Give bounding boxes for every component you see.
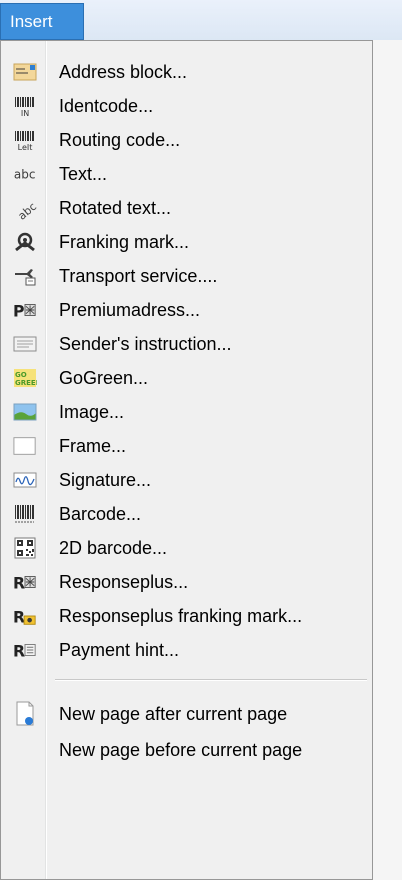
responseplus-icon: R xyxy=(13,570,37,594)
svg-text:GREEN: GREEN xyxy=(15,379,37,387)
routing-code-icon: LeIt xyxy=(13,128,37,152)
menu-item-label: Text... xyxy=(59,164,108,184)
menu-item-label: Signature... xyxy=(59,470,152,490)
menu-item-frame[interactable]: Frame... xyxy=(1,429,372,463)
menu-item-label: Image... xyxy=(59,402,125,422)
menu-item-label: Sender's instruction... xyxy=(59,334,232,354)
menu-item-image[interactable]: Image... xyxy=(1,395,372,429)
menu-item-label: Rotated text... xyxy=(59,198,172,218)
menu-item-label: Premiumadress... xyxy=(59,300,201,320)
menu-item-label: Responseplus... xyxy=(59,572,189,592)
insert-menu-title[interactable]: Insert xyxy=(0,3,84,40)
menu-item-senders-instruction[interactable]: Sender's instruction... xyxy=(1,327,372,361)
menu-item-new-page-after[interactable]: New page after current page xyxy=(1,697,372,731)
menu-item-signature[interactable]: Signature... xyxy=(1,463,372,497)
menu-item-label: New page before current page xyxy=(59,740,303,760)
svg-text:R: R xyxy=(13,573,25,592)
barcode-icon xyxy=(13,502,37,526)
rotated-text-icon: abc xyxy=(13,196,37,220)
address-block-icon xyxy=(13,60,37,84)
menu-separator xyxy=(55,679,367,681)
menu-item-label: Barcode... xyxy=(59,504,142,524)
franking-mark-icon xyxy=(13,230,37,254)
senders-instruction-icon xyxy=(13,332,37,356)
menu-item-franking-mark[interactable]: Franking mark... xyxy=(1,225,372,259)
identcode-icon: IN xyxy=(13,94,37,118)
svg-text:GO: GO xyxy=(15,371,27,379)
gogreen-icon: GO GREEN xyxy=(13,366,37,390)
menu-item-identcode[interactable]: IN Identcode... xyxy=(1,89,372,123)
svg-text:abc: abc xyxy=(14,168,36,182)
payment-hint-icon: R xyxy=(13,638,37,662)
menu-item-label: Identcode... xyxy=(59,96,154,116)
menu-item-label: GoGreen... xyxy=(59,368,149,388)
menu-item-label: New page after current page xyxy=(59,704,288,724)
svg-text:R: R xyxy=(13,641,25,660)
insert-dropdown-menu: Address block... IN Identcode... LeIt Ro… xyxy=(0,40,373,880)
premiumadress-icon: P xyxy=(13,298,37,322)
2d-barcode-icon xyxy=(13,536,37,560)
svg-text:abc: abc xyxy=(16,200,37,220)
image-icon xyxy=(13,400,37,424)
menu-item-label: Payment hint... xyxy=(59,640,180,660)
menu-item-label: Frame... xyxy=(59,436,127,456)
menu-item-label: Routing code... xyxy=(59,130,181,150)
menu-item-barcode[interactable]: Barcode... xyxy=(1,497,372,531)
menu-item-label: Responseplus franking mark... xyxy=(59,606,303,626)
svg-text:R: R xyxy=(13,607,25,626)
responseplus-franking-mark-icon: R xyxy=(13,604,37,628)
menu-item-text[interactable]: abc Text... xyxy=(1,157,372,191)
app-window: Insert Address block... IN Identcode... … xyxy=(0,0,402,880)
menu-item-gogreen[interactable]: GO GREEN GoGreen... xyxy=(1,361,372,395)
menu-item-rotated-text[interactable]: abc Rotated text... xyxy=(1,191,372,225)
menu-item-label: Franking mark... xyxy=(59,232,190,252)
menu-item-payment-hint[interactable]: R Payment hint... xyxy=(1,633,372,667)
svg-text:LeIt: LeIt xyxy=(18,143,33,151)
signature-icon xyxy=(13,468,37,492)
menu-bar: Insert xyxy=(0,0,402,40)
menu-item-routing-code[interactable]: LeIt Routing code... xyxy=(1,123,372,157)
menu-item-label: 2D barcode... xyxy=(59,538,168,558)
svg-text:IN: IN xyxy=(21,109,29,117)
menu-item-responseplus[interactable]: R Responseplus... xyxy=(1,565,372,599)
new-page-icon xyxy=(13,701,37,726)
menu-item-premiumadress[interactable]: P Premiumadress... xyxy=(1,293,372,327)
menu-item-label: Transport service.... xyxy=(59,266,218,286)
menu-item-label: Address block... xyxy=(59,62,188,82)
menu-item-2d-barcode[interactable]: 2D barcode... xyxy=(1,531,372,565)
menu-item-new-page-before[interactable]: New page before current page xyxy=(1,733,372,767)
svg-text:P: P xyxy=(13,301,25,320)
menu-item-address-block[interactable]: Address block... xyxy=(1,55,372,89)
menu-item-transport-service[interactable]: Transport service.... xyxy=(1,259,372,293)
menu-item-responseplus-franking-mark[interactable]: R Responseplus franking mark... xyxy=(1,599,372,633)
frame-icon xyxy=(13,434,37,458)
text-icon: abc xyxy=(13,162,37,186)
transport-service-icon xyxy=(13,264,37,288)
